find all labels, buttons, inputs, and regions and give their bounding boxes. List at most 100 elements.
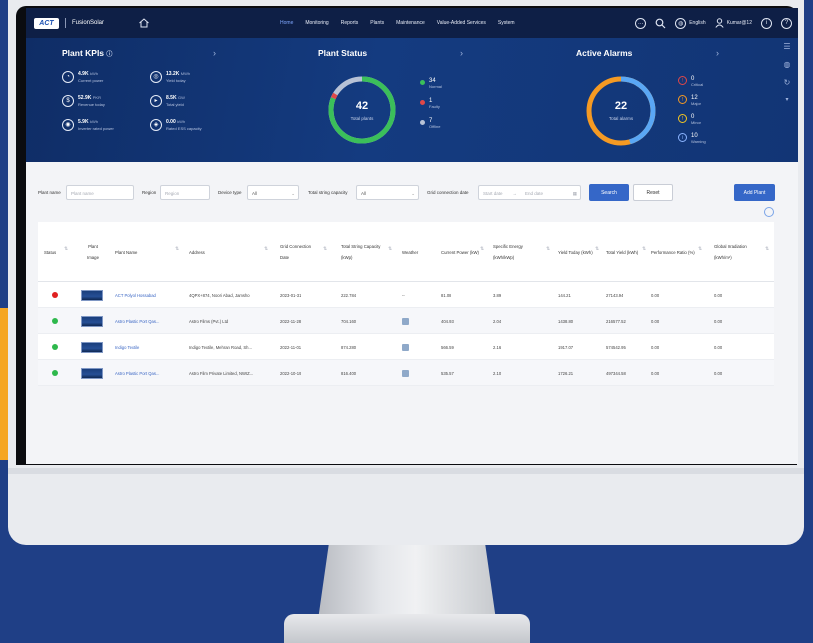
sort-icon[interactable]: ⇅ bbox=[264, 246, 268, 252]
nav-home[interactable]: Home bbox=[274, 20, 299, 26]
side-toolbar: ☰ ◍ ↻ ▾ bbox=[780, 42, 794, 103]
grid-date: 2023-01-31 bbox=[280, 292, 302, 298]
plant-name-input[interactable]: Plant name bbox=[66, 185, 134, 200]
alarm-minor[interactable]: ! 0 Minor bbox=[678, 114, 701, 125]
col-performance-ratio[interactable]: Performance Ratio (%) bbox=[651, 222, 695, 282]
sort-icon[interactable]: ⇅ bbox=[388, 246, 392, 252]
sort-icon[interactable]: ⇅ bbox=[765, 246, 769, 252]
col-total-yield[interactable]: Total Yield (kWh) bbox=[606, 222, 642, 282]
performance-ratio: 0.00 bbox=[651, 318, 660, 324]
yield-icon: ◎ bbox=[150, 70, 162, 83]
global-irradiation: 0.00 bbox=[714, 292, 723, 298]
table-header: Status Plant Image Plant Name Address Gr… bbox=[38, 222, 774, 282]
help-icon[interactable]: ? bbox=[781, 17, 792, 29]
table-row[interactable]: ACT Polyol Hossabad 4QPX+874, Noori Abad… bbox=[38, 282, 774, 308]
region-input[interactable]: Region bbox=[160, 185, 210, 200]
kpi-current-power: ◔ 4.9K kWh Current power bbox=[62, 70, 103, 83]
total-yield-icon: ▸ bbox=[150, 94, 162, 107]
search-button[interactable]: Search bbox=[589, 184, 629, 201]
alarm-critical[interactable]: ! 0 Critical bbox=[678, 76, 703, 87]
plant-name-link[interactable]: Indigo Textile bbox=[115, 334, 185, 360]
search-icon[interactable] bbox=[655, 18, 666, 29]
nav-monitoring[interactable]: Monitoring bbox=[299, 20, 334, 26]
collapse-icon[interactable]: ▾ bbox=[785, 96, 788, 103]
col-grid-connection-date[interactable]: Grid Connection Date bbox=[280, 222, 314, 282]
string-capacity: 222.784 bbox=[341, 292, 357, 298]
chat-icon[interactable]: … bbox=[635, 17, 647, 29]
brand-logo[interactable]: ACT bbox=[34, 17, 59, 29]
string-capacity: 816.400 bbox=[341, 370, 357, 376]
col-global-irradiation[interactable]: Global Irradiation (kWh/m²) bbox=[714, 222, 764, 282]
sort-icon[interactable]: ⇅ bbox=[595, 246, 599, 252]
kpi-rated-ess-capacity: ◈ 0.00 kWh Rated ESS capacity bbox=[150, 118, 202, 131]
table-row[interactable]: Indigo Textile Indigo Textile, Mehran Ro… bbox=[38, 334, 774, 360]
nav-maintenance[interactable]: Maintenance bbox=[390, 20, 431, 26]
plant-name-link[interactable]: Astro Plastic Port Qas... bbox=[115, 360, 185, 386]
plant-kpis-title[interactable]: Plant KPIs ⓘ bbox=[62, 48, 112, 58]
plant-name-link[interactable]: Astro Plastic Port Qas... bbox=[115, 308, 185, 334]
power-gauge-icon: ◔ bbox=[62, 70, 74, 83]
sort-icon[interactable]: ⇅ bbox=[175, 246, 179, 252]
col-specific-energy[interactable]: Specific Energy (kWh/kWp) bbox=[493, 222, 545, 282]
plant-name-link[interactable]: ACT Polyol Hossabad bbox=[115, 282, 185, 308]
nav-plants[interactable]: Plants bbox=[364, 20, 390, 26]
chevron-down-icon: ⌄ bbox=[291, 191, 295, 196]
plant-thumbnail[interactable] bbox=[81, 341, 103, 353]
status-offline[interactable]: 7 Offline bbox=[420, 118, 441, 129]
specific-energy: 3.89 bbox=[493, 292, 502, 298]
grid-view-icon[interactable]: ◍ bbox=[784, 60, 791, 69]
col-plant-name[interactable]: Plant Name bbox=[115, 222, 170, 282]
nav-value-added-services[interactable]: Value-Added Services bbox=[431, 20, 492, 26]
warning-alarm-icon: i bbox=[678, 133, 687, 142]
sort-icon[interactable]: ⇅ bbox=[698, 246, 702, 252]
col-plant-image: Plant Image bbox=[87, 244, 99, 260]
device-type-select[interactable]: All ⌄ bbox=[247, 185, 299, 200]
capacity-select[interactable]: All ⌄ bbox=[356, 185, 419, 200]
active-alarms-title[interactable]: Active Alarms bbox=[576, 48, 632, 58]
grid-date: 2022-11-01 bbox=[280, 344, 302, 350]
total-yield: 216577.52 bbox=[606, 318, 626, 324]
specific-energy: 2.04 bbox=[493, 318, 502, 324]
col-yield-today[interactable]: Yield Today (kWh) bbox=[558, 222, 594, 282]
alarm-major[interactable]: ! 12 Major bbox=[678, 95, 701, 106]
active-alarms-chevron-icon[interactable]: › bbox=[716, 48, 719, 58]
plant-thumbnail[interactable] bbox=[81, 289, 103, 301]
add-plant-button[interactable]: Add Plant bbox=[734, 184, 775, 201]
status-faulty[interactable]: 1 Faulty bbox=[420, 98, 440, 109]
total-alarms-label: Total alarms bbox=[608, 116, 634, 121]
plant-thumbnail[interactable] bbox=[81, 315, 103, 327]
column-settings-icon[interactable] bbox=[764, 207, 774, 217]
nav-reports[interactable]: Reports bbox=[335, 20, 365, 26]
nav-system[interactable]: System bbox=[492, 20, 521, 26]
top-nav: ACT FusionSolar Home Monitoring Reports … bbox=[26, 8, 798, 38]
alarm-warning[interactable]: i 10 Warning bbox=[678, 133, 706, 144]
date-range-picker[interactable]: Start date → End date ▦ bbox=[478, 185, 581, 200]
col-total-string-capacity[interactable]: Total String Capacity (kWp) bbox=[341, 222, 387, 282]
sort-icon[interactable]: ⇅ bbox=[642, 246, 646, 252]
weather-icon bbox=[402, 369, 409, 377]
sort-icon[interactable]: ⇅ bbox=[323, 246, 327, 252]
reset-button[interactable]: Reset bbox=[633, 184, 673, 201]
info-icon[interactable]: i bbox=[761, 17, 772, 29]
total-plants-count: 42 bbox=[355, 100, 369, 112]
sort-icon[interactable]: ⇅ bbox=[480, 246, 484, 252]
table-row[interactable]: Astro Plastic Port Qas... Astro Films (P… bbox=[38, 308, 774, 334]
plant-kpis-chevron-icon[interactable]: › bbox=[213, 48, 216, 58]
user-menu[interactable]: Kumar@12 bbox=[715, 18, 752, 28]
language-selector[interactable]: ◍ English bbox=[675, 17, 706, 29]
sort-icon[interactable]: ⇅ bbox=[64, 246, 68, 252]
sort-icon[interactable]: ⇅ bbox=[546, 246, 550, 252]
col-current-power[interactable]: Current Power (kW) bbox=[441, 222, 479, 282]
plant-thumbnail[interactable] bbox=[81, 367, 103, 379]
col-address[interactable]: Address bbox=[189, 222, 259, 282]
col-status[interactable]: Status bbox=[44, 222, 64, 282]
table-row[interactable]: Astro Plastic Port Qas... Astro Film Pri… bbox=[38, 360, 774, 386]
plant-status-title[interactable]: Plant Status bbox=[318, 48, 367, 58]
list-view-icon[interactable]: ☰ bbox=[783, 42, 790, 51]
status-normal[interactable]: 34 Normal bbox=[420, 78, 442, 89]
plant-status-chevron-icon[interactable]: › bbox=[460, 48, 463, 58]
grid-date: 2022-11-28 bbox=[280, 318, 302, 324]
grid-date: 2022-10-19 bbox=[280, 370, 302, 376]
home-icon[interactable] bbox=[138, 17, 150, 29]
refresh-icon[interactable]: ↻ bbox=[784, 78, 791, 87]
